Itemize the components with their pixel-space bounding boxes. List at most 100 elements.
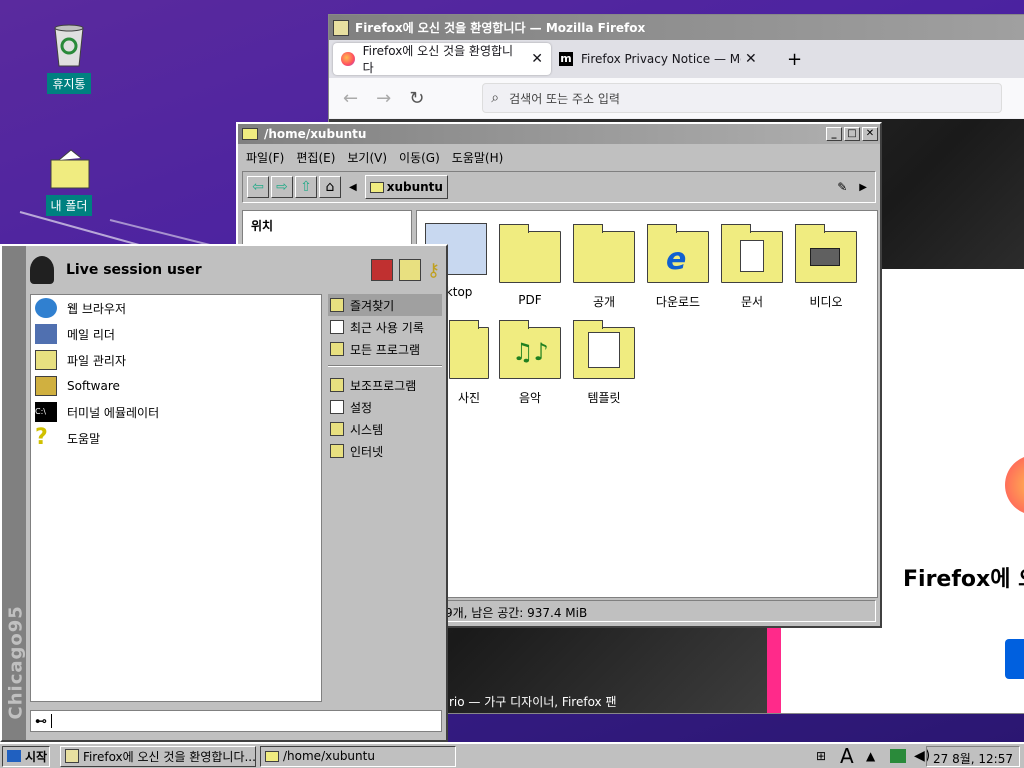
menu-view[interactable]: 보기(V) [347,149,387,166]
file-item[interactable]: 비디오 [791,224,861,310]
folder-pictures-icon [449,320,489,379]
notification-bell-icon[interactable]: ▲ [866,749,875,763]
app-icon [333,19,349,36]
file-view: sktop PDF 공개 e 다운로드 문서 비디오 사진 ♫♪ 음악 템플릿 [416,210,878,598]
start-button[interactable]: 시작 [2,745,50,767]
chevron-left-icon[interactable]: ◀ [349,182,357,193]
item-label: 터미널 에뮬레이터 [67,405,160,420]
file-label: 공개 [592,295,616,309]
category-internet[interactable]: 인터넷 [328,440,442,462]
file-label: 문서 [740,295,764,309]
keyboard-layout-icon[interactable]: A [840,744,854,768]
minimize-button[interactable]: _ [826,127,842,141]
forward-icon[interactable]: ⇨ [271,176,293,198]
menu-file[interactable]: 파일(F) [246,149,284,166]
text-cursor [51,714,52,728]
search-icon: ⌕ [491,90,500,106]
folder-videos-icon [795,224,857,283]
lock-screen-icon[interactable] [398,259,421,281]
list-item-web-browser[interactable]: 웹 브라우저 [31,295,321,321]
magnifier-icon [35,350,57,370]
music-note-icon: ♫♪ [512,338,549,366]
tab-welcome[interactable]: Firefox에 오신 것을 환영합니다 ✕ [333,43,551,75]
forward-icon[interactable]: → [376,88,391,109]
path-label: xubuntu [386,180,443,194]
home-icon[interactable]: ⌂ [319,176,341,198]
menu-edit[interactable]: 편집(E) [296,149,335,166]
file-label: 다운로드 [655,295,701,309]
chevron-right-icon[interactable]: ▶ [859,182,867,193]
file-item[interactable]: 문서 [717,224,787,310]
desktop-icon-trash[interactable]: 휴지통 [34,22,104,94]
avatar [30,256,54,284]
category-system[interactable]: 시스템 [328,418,442,440]
category-accessories[interactable]: 보조프로그램 [328,374,442,396]
tab-privacy[interactable]: m Firefox Privacy Notice — Mozi ✕ [551,43,769,75]
package-icon [35,376,57,396]
clock-icon [330,320,344,334]
back-icon[interactable]: ← [343,88,358,109]
folder-documents-icon [721,224,783,283]
settings-manager-icon[interactable] [370,259,393,281]
category-recent[interactable]: 최근 사용 기록 [328,316,442,338]
page-heading: Firefox에 오 [903,567,1024,592]
ie-logo-icon: e [666,242,687,277]
start-label: 시작 [25,749,48,764]
task-file-manager[interactable]: /home/xubuntu [260,745,456,767]
location-toolbar: ⇦ ⇨ ⇧ ⌂ ◀ xubuntu ✎ ▶ [242,171,876,203]
search-input[interactable]: ⊷ [30,710,442,732]
logout-key-icon[interactable]: ⚷ [427,260,440,281]
network-icon[interactable]: ⊞ [816,749,826,763]
system-icon [330,422,344,436]
mozilla-m-icon: m [559,52,573,66]
category-favorites[interactable]: 즐겨찾기 [328,294,442,316]
close-button[interactable]: ✕ [862,127,878,141]
maximize-button[interactable]: □ [844,127,860,141]
window-title: /home/xubuntu [264,127,367,141]
terminal-icon: C:\ [35,402,57,422]
list-item-software[interactable]: Software [31,373,321,399]
desktop-icon-label: 휴지통 [47,73,91,94]
item-label: 메일 리더 [67,327,115,342]
up-icon[interactable]: ⇧ [295,176,317,198]
category-label: 최근 사용 기록 [350,320,424,335]
file-item[interactable]: 공개 [569,224,639,310]
back-icon[interactable]: ⇦ [247,176,269,198]
list-item-file-manager[interactable]: 파일 관리자 [31,347,321,373]
category-settings[interactable]: 설정 [328,396,442,418]
task-firefox[interactable]: Firefox에 오신 것을 환영합니다... [60,745,256,767]
list-item-mail-reader[interactable]: 메일 리더 [31,321,321,347]
taskbar: 시작 Firefox에 오신 것을 환영합니다... /home/xubuntu… [0,742,1024,768]
file-label: 비디오 [809,295,843,309]
edit-path-icon[interactable]: ✎ [837,180,847,194]
folder-templates-icon [573,320,635,379]
category-label: 즐겨찾기 [350,298,395,313]
file-item[interactable]: PDF [495,224,565,307]
reload-icon[interactable]: ↻ [409,88,424,109]
clock-text: 27 8월, 12:57 [933,751,1013,766]
folder-music-icon: ♫♪ [499,320,561,379]
folder-public-icon [573,224,635,283]
firefox-titlebar[interactable]: Firefox에 오신 것을 환영합니다 — Mozilla Firefox [329,15,1024,40]
close-icon[interactable]: ✕ [745,51,757,67]
menu-go[interactable]: 이동(G) [399,149,440,166]
close-icon[interactable]: ✕ [531,51,543,67]
document-icon [740,240,764,272]
power-icon[interactable] [890,749,906,763]
file-item[interactable]: 템플릿 [569,320,639,406]
task-label: /home/xubuntu [283,749,375,763]
category-all-programs[interactable]: 모든 프로그램 [328,338,442,360]
url-bar[interactable]: ⌕ 검색어 또는 주소 입력 [482,83,1003,113]
category-label: 인터넷 [350,444,384,459]
file-manager-titlebar[interactable]: /home/xubuntu _ □ ✕ [238,124,880,144]
list-item-help[interactable]: ? 도움말 [31,425,321,451]
new-tab-button[interactable]: + [787,49,802,70]
path-button[interactable]: xubuntu [364,175,448,199]
list-item-terminal[interactable]: C:\ 터미널 에뮬레이터 [31,399,321,425]
file-item[interactable]: ♫♪ 음악 [495,320,565,406]
category-label: 모든 프로그램 [350,342,421,357]
clock[interactable]: 27 8월, 12:57 [926,745,1020,767]
cta-button[interactable] [1005,639,1024,679]
file-item[interactable]: e 다운로드 [643,224,713,310]
menu-help[interactable]: 도움말(H) [452,149,504,166]
